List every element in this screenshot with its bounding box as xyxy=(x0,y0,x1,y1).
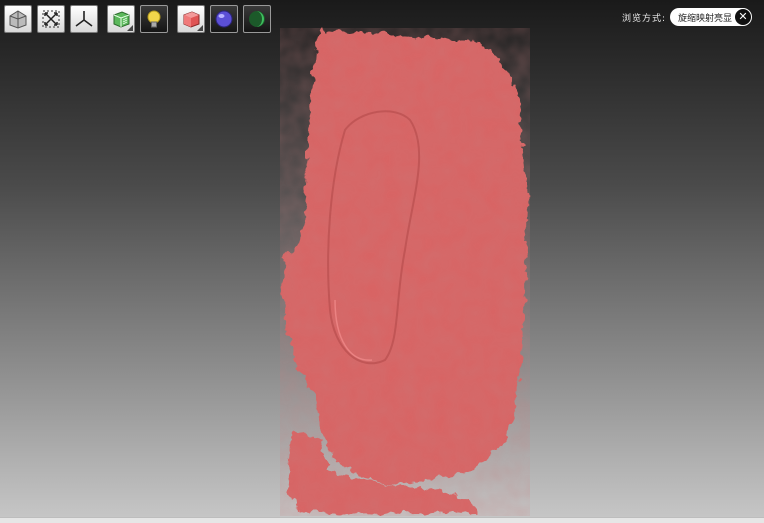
model-surface-texture xyxy=(280,28,530,516)
3d-viewport[interactable]: 浏览方式: 旋缩映射亮显 ✕ xyxy=(0,0,764,523)
status-strip xyxy=(0,517,764,523)
scanned-footprint-model[interactable] xyxy=(0,0,764,523)
